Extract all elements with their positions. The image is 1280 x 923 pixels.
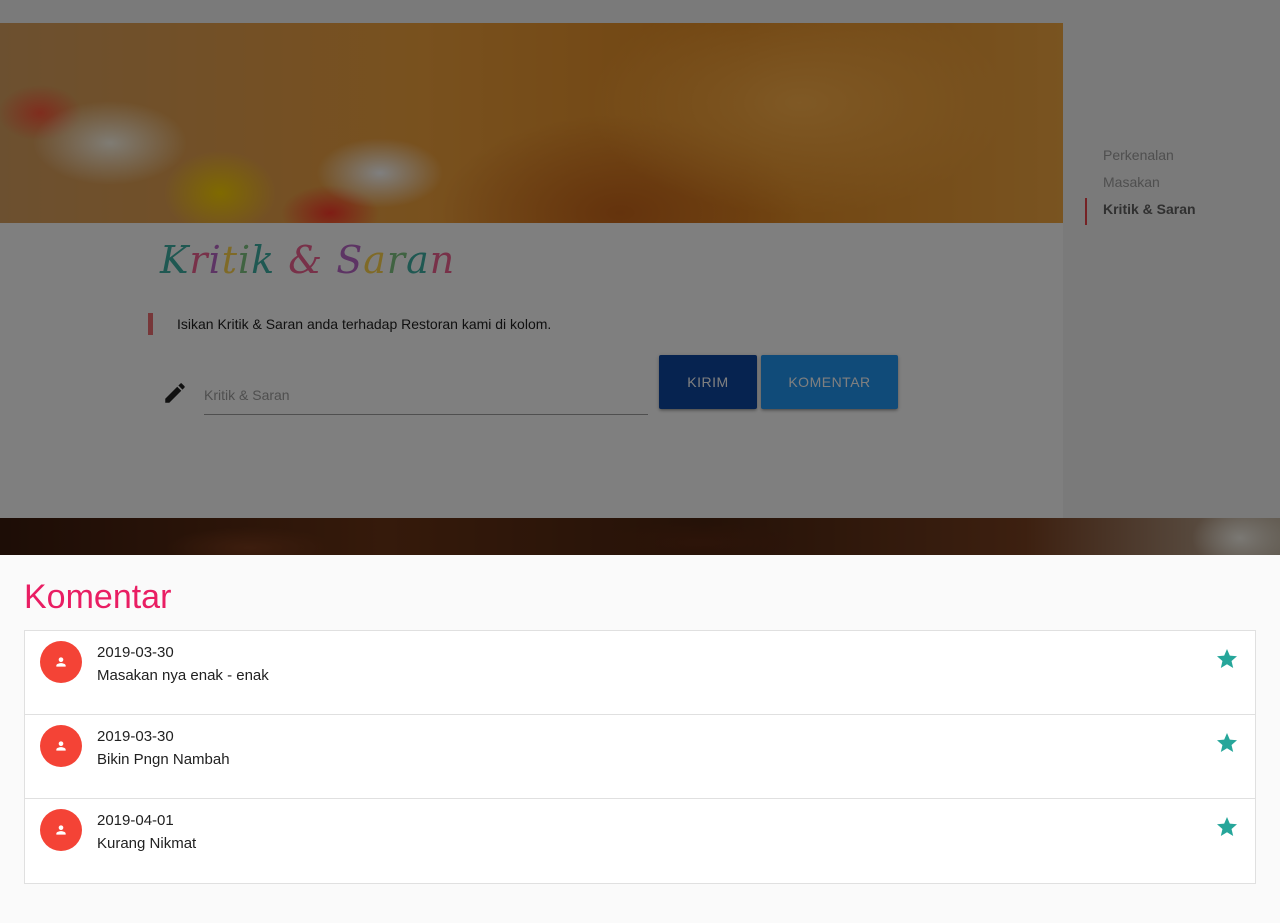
list-item: 2019-03-30 Bikin Pngn Nambah (25, 715, 1255, 799)
person-icon (56, 741, 66, 751)
top-section: Perkenalan Masakan Kritik & Saran Kritik… (0, 0, 1280, 555)
comment-text: Kurang Nikmat (97, 835, 197, 852)
side-nav: Perkenalan Masakan Kritik & Saran (1085, 144, 1265, 225)
kirim-button[interactable]: KIRIM (659, 355, 757, 409)
section-title-text: Kritik & Saran (160, 238, 456, 282)
nav-item-perkenalan[interactable]: Perkenalan (1085, 144, 1265, 171)
hero-food-image (0, 23, 1063, 223)
description-quote: Isikan Kritik & Saran anda terhadap Rest… (148, 313, 551, 335)
section-title: Kritik & Saran (160, 238, 455, 282)
pencil-icon (165, 383, 185, 403)
comments-title: Komentar (24, 578, 172, 616)
list-item: 2019-03-30 Masakan nya enak - enak (25, 631, 1255, 715)
star-icon[interactable] (1215, 731, 1239, 755)
person-icon (56, 657, 66, 667)
comment-text: Bikin Pngn Nambah (97, 751, 230, 768)
list-item: 2019-04-01 Kurang Nikmat (25, 799, 1255, 883)
comments-list: 2019-03-30 Masakan nya enak - enak 2019-… (24, 630, 1256, 884)
background-food-image (0, 518, 1280, 555)
avatar (40, 809, 82, 851)
comment-date: 2019-03-30 (97, 644, 174, 661)
comment-text: Masakan nya enak - enak (97, 667, 269, 684)
star-icon[interactable] (1215, 815, 1239, 839)
kritik-input[interactable] (204, 375, 648, 414)
avatar (40, 725, 82, 767)
komentar-button[interactable]: KOMENTAR (761, 355, 898, 409)
comment-date: 2019-03-30 (97, 728, 174, 745)
person-icon (56, 825, 66, 835)
star-icon[interactable] (1215, 647, 1239, 671)
nav-item-kritik-saran[interactable]: Kritik & Saran (1085, 198, 1265, 225)
kritik-input-wrapper (204, 375, 648, 415)
avatar (40, 641, 82, 683)
comment-date: 2019-04-01 (97, 812, 174, 829)
nav-item-masakan[interactable]: Masakan (1085, 171, 1265, 198)
